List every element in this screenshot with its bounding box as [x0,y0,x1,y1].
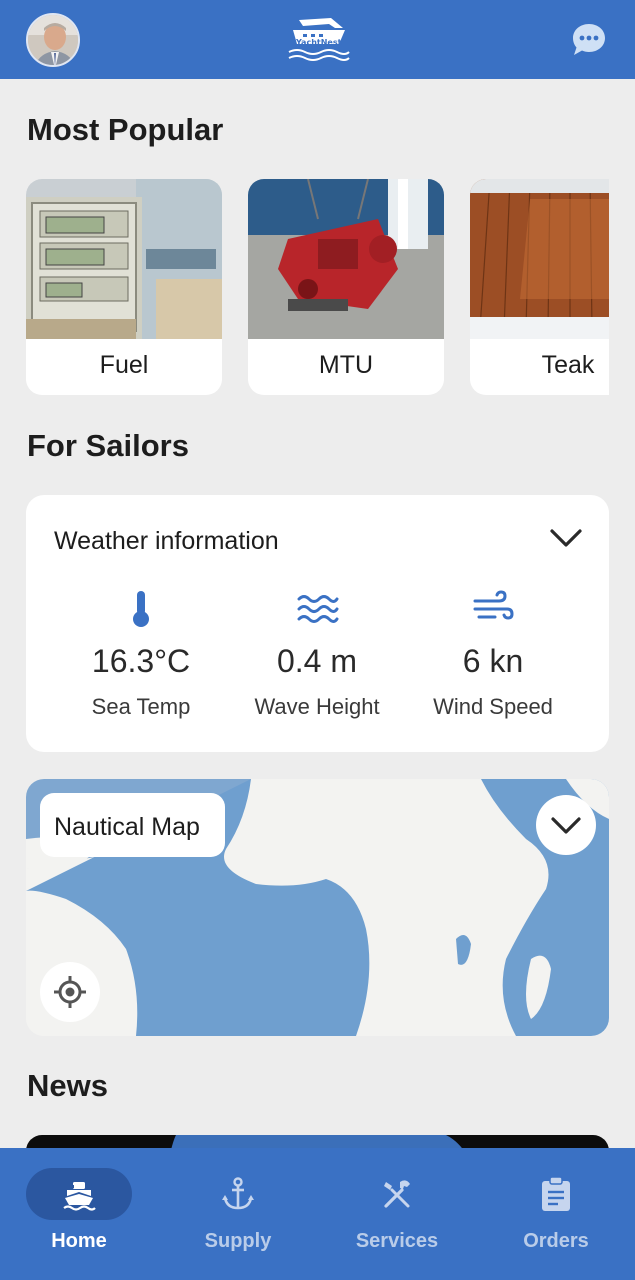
weather-card[interactable]: Weather information 16.3°C Sea Temp 0.4 … [26,495,609,752]
map-title-chip: Nautical Map [40,793,225,857]
anchor-icon [222,1177,254,1210]
nav-home-indicator [26,1168,132,1220]
nav-home-label: Home [51,1230,107,1252]
bottom-navigation: Home Supply Services Orders [0,1148,635,1280]
nav-orders-indicator [503,1168,609,1220]
wind-speed-label: Wind Speed [433,694,553,719]
nav-orders[interactable]: Orders [477,1148,635,1280]
nav-services-label: Services [355,1230,439,1252]
ship-icon [63,1182,96,1211]
sea-temp-value: 16.3°C [91,643,191,679]
wind-speed-value: 6 kn [462,643,524,679]
wind-icon [473,590,514,620]
nav-supply-label: Supply [204,1230,272,1252]
waves-icon [297,595,339,623]
nav-services-indicator [344,1168,450,1220]
teak-deck-image [470,179,609,339]
popular-label-teak: Teak [541,351,595,379]
popular-card-mtu[interactable]: MTU [248,179,444,395]
chat-bubble-icon [573,24,605,55]
my-location-button[interactable] [40,962,100,1022]
tools-icon [384,1180,410,1208]
nautical-map[interactable]: Nautical Map [26,779,609,1036]
popular-card-fuel[interactable]: Fuel [26,179,222,395]
nav-home[interactable]: Home [0,1148,158,1280]
chat-button[interactable] [570,21,608,59]
yachtnest-logo: YachtNest [285,14,351,66]
most-popular-carousel[interactable]: Fuel MTU Teak [26,179,609,395]
most-popular-title: Most Popular [27,112,224,147]
nav-orders-label: Orders [523,1230,589,1252]
user-avatar[interactable] [26,13,80,67]
logo-text: YachtNest [296,38,342,47]
weather-expand-button[interactable] [546,523,586,553]
wave-height-value: 0.4 m [276,643,358,679]
weather-title: Weather information [54,527,279,555]
wave-height-metric: 0.4 m Wave Height [227,587,407,720]
sea-temp-label: Sea Temp [91,694,191,719]
nav-supply-indicator [185,1168,291,1220]
popular-label-mtu: MTU [318,351,374,379]
sea-temp-metric: 16.3°C Sea Temp [51,587,231,720]
nav-services[interactable]: Services [318,1148,476,1280]
thermometer-icon [133,591,149,627]
nav-supply[interactable]: Supply [159,1148,317,1280]
mtu-engine-image [248,179,444,339]
top-app-bar: YachtNest [0,0,635,79]
popular-label-fuel: Fuel [99,351,149,379]
for-sailors-title: For Sailors [27,428,189,463]
clipboard-icon [542,1176,570,1211]
wind-speed-metric: 6 kn Wind Speed [403,587,583,720]
wave-height-label: Wave Height [254,694,380,719]
chevron-down-icon [551,817,581,834]
popular-card-teak[interactable]: Teak [470,179,609,395]
fuel-pump-image [26,179,222,339]
chevron-down-icon [550,529,582,547]
news-title: News [27,1068,108,1103]
crosshair-icon [54,976,86,1008]
map-expand-button[interactable] [536,795,596,855]
